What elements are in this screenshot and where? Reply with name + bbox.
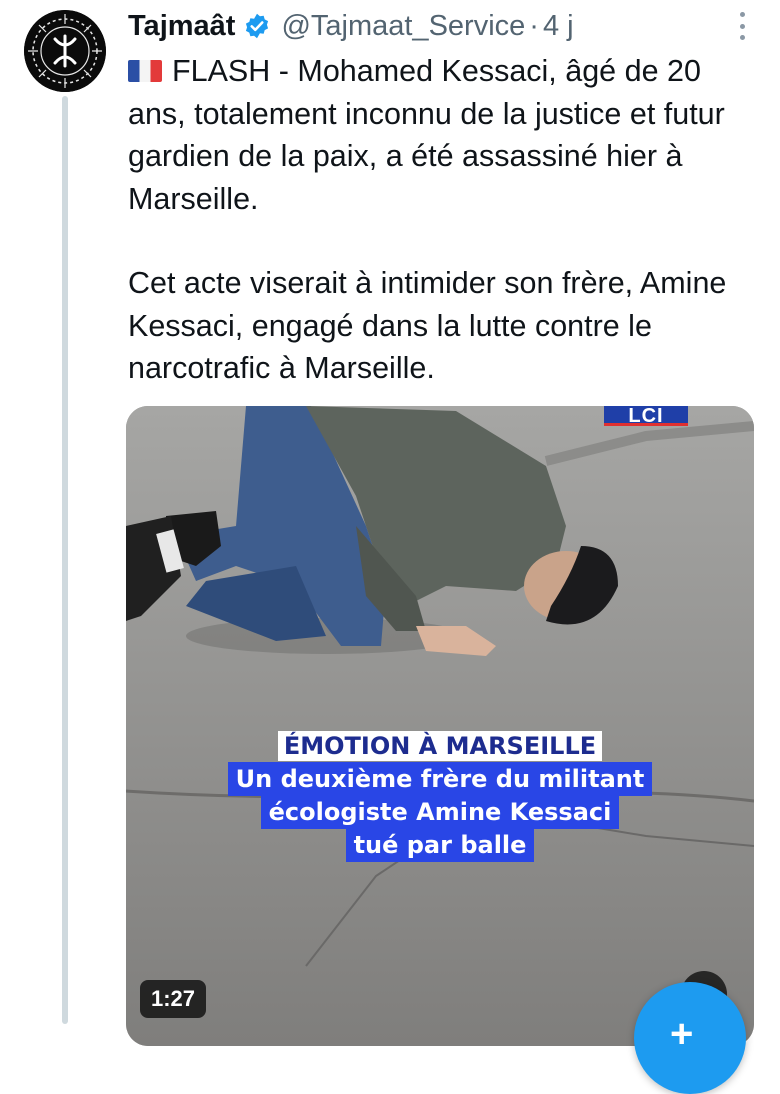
france-flag-icon [128, 60, 162, 82]
verified-badge-icon [243, 12, 271, 40]
video-player[interactable]: LCI ÉMOTION À MARSEILLE Un deuxième frèr… [126, 406, 754, 1046]
caption-title: ÉMOTION À MARSEILLE [277, 731, 603, 761]
author-handle[interactable]: @Tajmaat_Service [281, 10, 525, 43]
compose-button[interactable]: + [634, 982, 746, 1094]
video-thumbnail [126, 406, 754, 1046]
avatar[interactable] [24, 10, 106, 92]
author-name[interactable]: Tajmaât [128, 10, 235, 43]
tweet-header: Tajmaât @Tajmaat_Service · 4 j [128, 6, 750, 46]
channel-logo: LCI [604, 406, 688, 426]
thread-line [62, 96, 68, 1024]
amazigh-logo-icon [24, 10, 106, 92]
tweet-time[interactable]: 4 j [543, 10, 574, 43]
tweet-text: FLASH - Mohamed Kessaci, âgé de 20 ans, … [128, 50, 748, 390]
caption-line: écologiste Amine Kessaci [260, 795, 620, 829]
video-duration: 1:27 [140, 980, 206, 1018]
video-caption: ÉMOTION À MARSEILLE Un deuxième frère du… [126, 731, 754, 862]
caption-line: Un deuxième frère du militant [227, 762, 653, 796]
tweet-paragraph-2: Cet acte viserait à intimider son frère,… [128, 266, 727, 385]
tweet-paragraph-1: FLASH - Mohamed Kessaci, âgé de 20 ans, … [128, 50, 748, 220]
more-options-icon[interactable] [738, 12, 746, 40]
plus-icon: + [670, 1012, 694, 1056]
tweet-paragraph-1-text: FLASH - Mohamed Kessaci, âgé de 20 ans, … [128, 54, 725, 216]
separator: · [529, 9, 539, 42]
caption-line: tué par balle [345, 828, 535, 862]
